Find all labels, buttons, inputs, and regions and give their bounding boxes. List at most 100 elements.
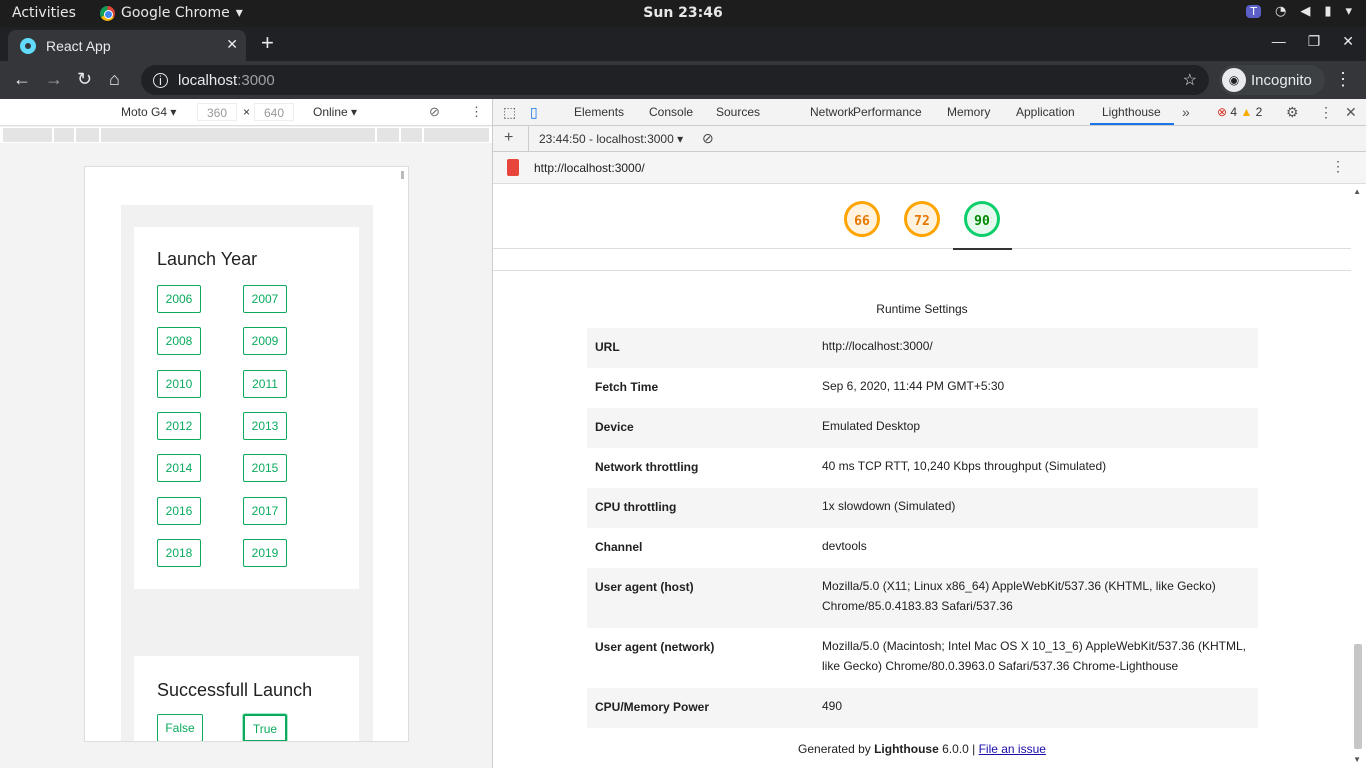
more-tabs-icon[interactable]: » [1182,104,1190,120]
score-gauges: 66 72 90 [493,184,1351,250]
score-gauge[interactable]: 90 [964,201,1000,237]
runtime-value: Mozilla/5.0 (X11; Linux x86_64) AppleWeb… [822,579,1216,613]
year-button-2016[interactable]: 2016 [157,496,201,525]
report-scrollbar[interactable] [1354,644,1362,749]
success-false-button[interactable]: False [157,714,203,741]
window-controls: — ❐ ✕ [1272,33,1354,50]
year-button-2007[interactable]: 2007 [243,285,287,313]
tab-title: React App [46,37,111,54]
chevron-down-icon[interactable]: ▾ [1345,4,1352,19]
scrollbar[interactable] [401,171,404,179]
year-button-2013[interactable]: 2013 [243,411,287,440]
media-query-bar[interactable] [0,127,492,143]
browser-toolbar: ← → ↻ ⌂ i localhost:3000 ☆ ◉ Incognito ⋮ [0,61,1366,99]
inspect-element-icon[interactable]: ⬚ [503,104,516,121]
report-select[interactable]: 23:44:50 - localhost:3000 ▾ [539,132,683,146]
year-button-2019[interactable]: 2019 [243,538,287,567]
year-button-2012[interactable]: 2012 [157,411,201,440]
settings-gear-icon[interactable]: ⚙ [1286,104,1299,121]
runtime-key: User agent (network) [595,640,715,654]
filters-panel: Launch Year 2006 2007 2008 2009 2010 2011 2012… [121,205,373,741]
tab-performance[interactable]: Performance [853,105,922,119]
tab-elements[interactable]: Elements [574,105,624,119]
phone-screen: Launch Year 2006 2007 2008 2009 2010 2011 2012… [84,166,409,742]
runtime-value: Mozilla/5.0 (Macintosh; Intel Mac OS X 1… [822,639,1246,673]
device-toggle-icon[interactable]: ▯ [530,104,538,121]
divider [493,270,1351,271]
browser-tab[interactable]: React App ✕ [8,30,246,61]
tab-network[interactable]: Network [810,105,854,119]
url-port: :3000 [237,71,275,89]
clear-icon[interactable]: ⊘ [702,130,714,147]
file-issue-link[interactable]: File an issue [979,742,1046,756]
year-button-2018[interactable]: 2018 [157,538,201,567]
tab-application[interactable]: Application [1016,105,1075,119]
system-tray[interactable]: T ◔ ◀ ▮ ▾ [1246,4,1352,19]
year-button-2017[interactable]: 2017 [243,496,287,525]
forward-icon[interactable]: → [45,69,63,90]
year-button-2009[interactable]: 2009 [243,327,287,356]
score-gauge[interactable]: 72 [904,201,940,237]
issue-counter[interactable]: ⊗ 4 ▲ 2 [1217,105,1262,119]
more-options-icon[interactable]: ⋮ [470,104,483,120]
devtools-menu-icon[interactable]: ⋮ [1319,104,1333,121]
reload-icon[interactable]: ↻ [77,69,92,90]
year-button-2015[interactable]: 2015 [243,454,287,483]
scroll-up-icon[interactable]: ▲ [1353,187,1361,196]
runtime-row: Fetch Time Sep 6, 2020, 11:44 PM GMT+5:30 [587,368,1258,408]
close-window-icon[interactable]: ✕ [1342,33,1354,50]
back-icon[interactable]: ← [13,69,31,90]
tab-memory[interactable]: Memory [947,105,990,119]
incognito-icon: ◉ [1222,68,1246,92]
runtime-row: Network throttling 40 ms TCP RTT, 10,240 … [587,448,1258,488]
close-icon[interactable]: ✕ [226,36,238,53]
report-menu-icon[interactable]: ⋮ [1331,158,1345,175]
runtime-row: URL http://localhost:3000/ [587,328,1258,368]
success-true-button[interactable]: True [243,714,287,741]
battery-icon[interactable]: ▮ [1324,4,1331,19]
score-gauge[interactable]: 66 [844,201,880,237]
bookmark-star-icon[interactable]: ☆ [1183,70,1197,90]
runtime-value: 1x slowdown (Simulated) [822,499,956,513]
teams-icon[interactable]: T [1246,5,1261,18]
scroll-down-icon[interactable]: ▼ [1353,755,1361,764]
height-input[interactable]: 640 [254,103,294,121]
runtime-key: CPU throttling [595,500,677,514]
success-launch-card: Successfull Launch False True [134,656,359,741]
launch-year-title: Launch Year [157,249,258,269]
runtime-key: Network throttling [595,460,699,474]
clock[interactable]: Sun 23:46 [0,5,1366,21]
year-button-2006[interactable]: 2006 [157,285,201,313]
info-icon[interactable]: i [153,72,168,88]
runtime-row: User agent (network) Mozilla/5.0 (Macinto… [587,628,1258,688]
incognito-badge[interactable]: ◉ Incognito [1219,65,1325,95]
close-devtools-icon[interactable]: ✕ [1345,104,1357,121]
new-tab-button[interactable]: + [261,30,274,56]
volume-icon[interactable]: ◀ [1300,4,1310,19]
home-icon[interactable]: ⌂ [109,69,120,90]
error-count: 4 [1230,105,1238,119]
rotate-icon[interactable]: ⊘ [429,104,440,120]
minimize-icon[interactable]: — [1272,33,1286,50]
tab-lighthouse[interactable]: Lighthouse [1102,105,1161,119]
report-url[interactable]: http://localhost:3000/ [534,161,645,175]
address-bar[interactable]: i localhost:3000 ☆ [141,65,1209,95]
wifi-icon[interactable]: ◔ [1275,4,1286,19]
warning-icon: ▲ [1240,105,1253,119]
new-report-icon[interactable]: + [504,129,513,147]
year-button-2008[interactable]: 2008 [157,327,201,356]
year-button-2014[interactable]: 2014 [157,454,201,483]
year-button-2010[interactable]: 2010 [157,369,201,398]
device-select[interactable]: Moto G4 ▾ [121,105,176,119]
year-button-2011[interactable]: 2011 [243,369,287,398]
tab-console[interactable]: Console [649,105,693,119]
report-footer: Generated by Lighthouse 6.0.0 | File an … [493,742,1351,756]
chrome-menu-icon[interactable]: ⋮ [1334,69,1352,90]
active-tab-indicator [1090,123,1174,125]
network-select[interactable]: Online ▾ [313,105,357,119]
tab-sources[interactable]: Sources [716,105,760,119]
runtime-value: Emulated Desktop [822,419,921,433]
runtime-value: devtools [822,539,867,553]
maximize-icon[interactable]: ❐ [1308,33,1321,50]
width-input[interactable]: 360 [197,103,237,121]
